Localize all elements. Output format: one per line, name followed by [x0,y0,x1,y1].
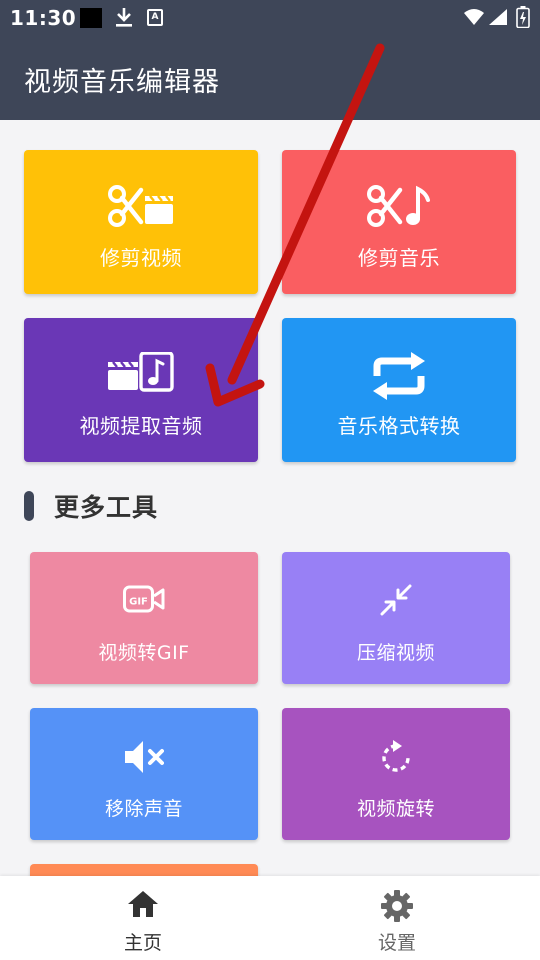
music-format-convert-card[interactable]: 音乐格式转换 [282,318,516,462]
heading-accent-bar [24,491,34,521]
scissors-note-icon [282,184,516,228]
video-to-gif-label: 视频转GIF [98,642,190,664]
repeat-icon [282,352,516,400]
compress-video-card[interactable]: 压缩视频 [282,552,510,684]
nav-settings[interactable]: 设置 [262,876,532,960]
trim-video-label: 修剪视频 [100,246,182,270]
status-bar: 11:30 A [0,0,540,36]
nav-settings-label: 设置 [377,932,416,954]
video-rotate-label: 视频旋转 [356,798,435,820]
download-icon [116,8,132,27]
nav-home[interactable]: 主页 [8,876,278,960]
home-icon [8,890,278,918]
gear-icon [262,890,532,922]
film-music-icon [24,352,258,392]
battery-icon [516,6,530,28]
remove-sound-card[interactable]: 移除声音 [30,708,258,840]
notification-app-icon [80,8,102,28]
music-format-convert-label: 音乐格式转换 [337,414,461,438]
svg-text:GIF: GIF [129,597,148,608]
video-rotate-card[interactable]: 视频旋转 [282,708,510,840]
scissors-film-icon [24,184,258,228]
keyboard-badge-icon: A [147,9,163,26]
wifi-icon [464,9,484,25]
compress-arrows-icon [282,584,510,616]
video-to-gif-card[interactable]: GIF 视频转GIF [30,552,258,684]
more-tools-title: 更多工具 [54,493,159,522]
app-bar: 视频音乐编辑器 [0,36,540,120]
app-title: 视频音乐编辑器 [24,67,220,98]
signal-icon [489,9,507,25]
nav-home-label: 主页 [123,932,162,954]
status-time: 11:30 [10,6,77,30]
remove-sound-label: 移除声音 [104,798,183,820]
bottom-navigation: 主页 设置 [0,876,540,960]
compress-video-label: 压缩视频 [356,642,435,664]
trim-music-card[interactable]: 修剪音乐 [282,150,516,294]
volume-mute-icon [30,740,258,774]
rotate-icon [282,740,510,774]
extract-audio-card[interactable]: 视频提取音频 [24,318,258,462]
gif-camera-icon: GIF [30,584,258,614]
extract-audio-label: 视频提取音频 [79,414,203,438]
trim-music-label: 修剪音乐 [358,246,440,270]
trim-video-card[interactable]: 修剪视频 [24,150,258,294]
